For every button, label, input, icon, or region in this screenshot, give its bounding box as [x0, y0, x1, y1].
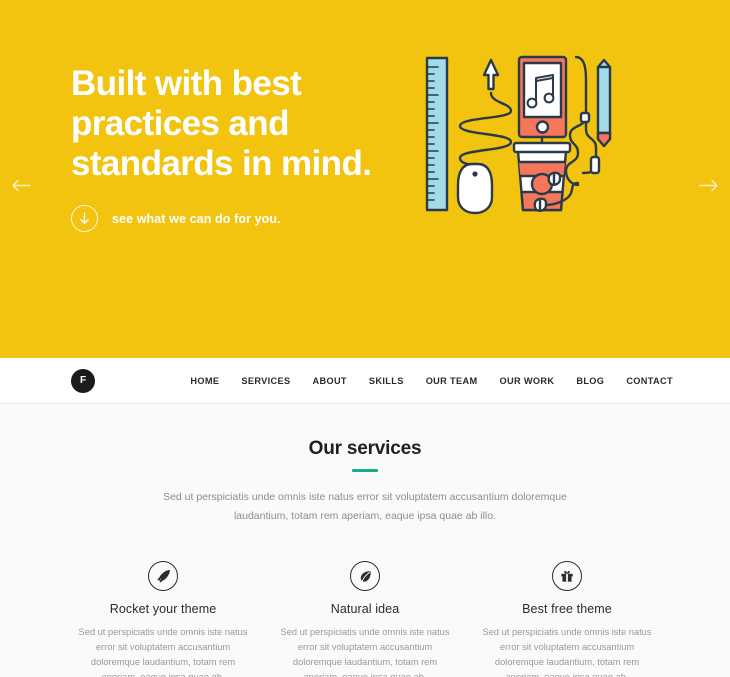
landing-page: Built with best practices and standards … [0, 0, 730, 677]
nav-item-blog[interactable]: BLOG [576, 376, 604, 386]
section-lead-text: Sed ut perspiciatis unde omnis iste natu… [163, 491, 567, 522]
section-underline [352, 469, 378, 472]
nav-item-services[interactable]: SERVICES [241, 376, 290, 386]
service-card-body: Sed ut perspiciatis unde omnis iste natu… [280, 627, 450, 677]
service-card-title: Best free theme [522, 602, 612, 616]
hero-subtext: see what we can do for you. [112, 211, 281, 226]
service-card-body: Sed ut perspiciatis unde omnis iste natu… [78, 627, 248, 677]
nav-item-our-team[interactable]: OUR TEAM [426, 376, 478, 386]
hero-title: Built with best practices and standards … [71, 64, 372, 183]
gift-icon [552, 561, 582, 591]
service-card-title: Rocket your theme [109, 602, 217, 616]
service-card[interactable]: Natural idea Sed ut perspiciatis unde om… [264, 561, 466, 677]
service-card-title: Natural idea [330, 602, 400, 616]
service-card[interactable]: Best free theme Sed ut perspiciatis unde… [466, 561, 668, 677]
hero-scroll-cue[interactable]: see what we can do for you. [71, 205, 281, 232]
hero-section: Built with best practices and standards … [0, 0, 730, 358]
hero-text-block: Built with best practices and standards … [71, 64, 401, 184]
nav-item-skills[interactable]: SKILLS [369, 376, 404, 386]
arrow-right-icon[interactable] [696, 175, 722, 195]
nav-item-home[interactable]: HOME [190, 376, 219, 386]
nav-item-our-work[interactable]: OUR WORK [500, 376, 555, 386]
arrow-down-icon[interactable] [71, 205, 98, 232]
site-logo-letter: F [79, 374, 87, 386]
desk-tools-illustration [418, 45, 630, 217]
service-cards: Rocket your theme Sed ut perspiciatis un… [0, 561, 730, 677]
services-section: Our services Sed ut perspiciatis unde om… [0, 404, 730, 677]
section-title: Our services [308, 438, 422, 459]
arrow-left-icon[interactable] [8, 175, 34, 195]
site-logo[interactable]: F [71, 368, 95, 393]
rocket-icon [148, 561, 178, 591]
nav-item-contact[interactable]: CONTACT [626, 376, 673, 386]
main-navbar: F HOME SERVICES ABOUT SKILLS OUR TEAM OU… [0, 358, 730, 404]
nav-item-about[interactable]: ABOUT [312, 376, 346, 386]
service-card-body: Sed ut perspiciatis unde omnis iste natu… [482, 627, 652, 677]
nav-menu: HOME SERVICES ABOUT SKILLS OUR TEAM OUR … [190, 376, 673, 386]
leaf-icon [350, 561, 380, 591]
service-card[interactable]: Rocket your theme Sed ut perspiciatis un… [62, 561, 264, 677]
